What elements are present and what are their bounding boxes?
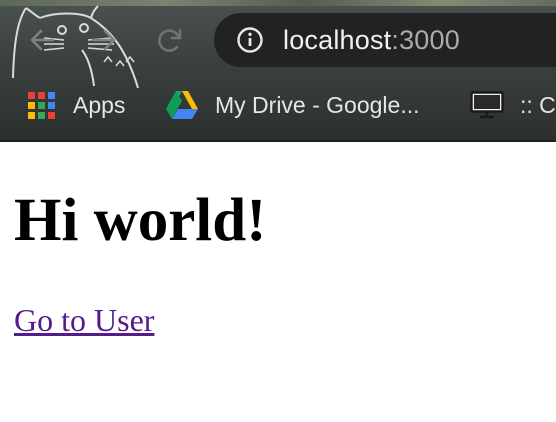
reload-button[interactable]: [152, 22, 188, 58]
reload-icon: [158, 28, 182, 52]
bookmark-label: Apps: [73, 91, 126, 118]
go-to-user-link[interactable]: Go to User: [14, 300, 154, 340]
info-icon: [237, 27, 263, 53]
page-content: Hi world! Go to User: [0, 142, 556, 422]
browser-toolbar: localhost:3000 Apps My Drive - Google...…: [0, 0, 556, 142]
forward-button[interactable]: [86, 22, 122, 58]
url-host: localhost: [283, 24, 392, 55]
url-port: :3000: [391, 24, 460, 55]
bookmark-screen[interactable]: :: C: [470, 82, 556, 128]
page-heading: Hi world!: [14, 187, 267, 254]
bookmark-label: My Drive - Google...: [215, 91, 420, 118]
bookmark-apps[interactable]: Apps: [28, 82, 125, 128]
monitor-icon: [470, 91, 504, 119]
forward-arrow-icon: [91, 29, 116, 51]
apps-grid-icon: [28, 91, 55, 119]
site-info-button[interactable]: [236, 26, 264, 54]
bookmark-label: :: C: [520, 91, 556, 118]
back-button[interactable]: [24, 22, 60, 58]
address-bar[interactable]: localhost:3000: [214, 13, 556, 67]
google-drive-icon: [166, 91, 198, 119]
back-arrow-icon: [30, 29, 55, 51]
bookmarks-bar: Apps My Drive - Google... :: C: [0, 82, 556, 128]
url-text[interactable]: localhost:3000: [283, 25, 460, 56]
bookmark-my-drive[interactable]: My Drive - Google...: [166, 82, 420, 128]
